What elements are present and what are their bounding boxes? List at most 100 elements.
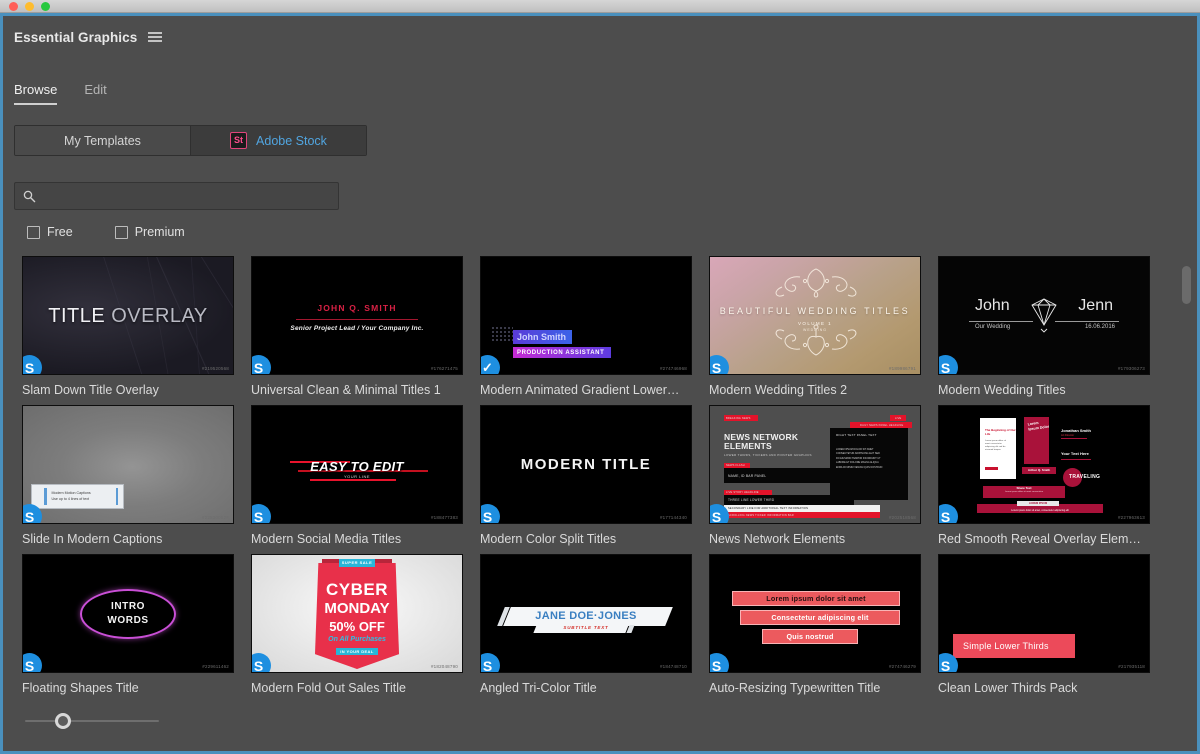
template-card[interactable]: The Beginning of Our Life Lorem ipsum do… — [938, 405, 1167, 546]
thumbnail-art: The Beginning of Our Life Lorem ipsum do… — [939, 406, 1149, 523]
thumb-bar: Simple Lower Thirds — [953, 634, 1075, 658]
essential-graphics-panel: Essential Graphics Browse Edit My Templa… — [3, 16, 1197, 751]
thumbnail-zoom-slider[interactable] — [25, 713, 159, 729]
filter-premium[interactable]: Premium — [114, 225, 185, 239]
thumb-row-2: Consectetur adipiscing elit — [740, 610, 900, 625]
template-card[interactable]: JANE DOE·JONES SUBTITLE TEXT S #18474871… — [480, 554, 709, 695]
my-templates-button[interactable]: My Templates — [15, 126, 190, 155]
template-card[interactable]: Simple Lower Thirds S #217935118 Clean L… — [938, 554, 1167, 695]
template-title: Universal Clean & Minimal Titles 1 — [251, 383, 441, 397]
filter-group: Free Premium — [27, 225, 185, 239]
premium-label: Premium — [134, 225, 185, 239]
zoom-slider-track[interactable] — [25, 720, 159, 722]
template-card[interactable]: INTRO WORDS S #229611462 Floating Shapes… — [22, 554, 251, 695]
template-card[interactable]: BREAKING NEWS NEWS NETWORK ELEMENTS LOWE… — [709, 405, 938, 546]
tab-browse[interactable]: Browse — [14, 82, 58, 105]
thumb-role: PRODUCTION ASSISTANT — [513, 347, 612, 358]
thumb-ticker-tag: LIVE STORY HEADLINE — [726, 491, 759, 494]
stock-id: #188477383 — [430, 515, 458, 520]
thumb-sub: LOWER THIRDS, TICKERS AND POINTER GRAPHI… — [724, 453, 812, 457]
template-thumbnail[interactable]: TITLE OVERLAY S #219520568 — [22, 256, 234, 375]
thumb-name: John Smith — [513, 330, 572, 344]
thumbnail-art: John Jenn Our Wedding 16.06.2016 — [939, 257, 1149, 374]
zoom-slider-knob[interactable] — [55, 713, 71, 729]
minimize-window-button[interactable] — [25, 2, 34, 11]
thumb-headline: MODERN TITLE — [520, 456, 652, 473]
template-title: Modern Wedding Titles 2 — [709, 383, 848, 397]
close-window-button[interactable] — [9, 2, 18, 11]
thumb-ticker-1: THREE LINE LOWER THIRD — [728, 498, 775, 502]
template-thumbnail[interactable]: Lorem ipsum dolor sit amet Consectetur a… — [709, 554, 921, 673]
thumb-ticker-3: SCROLLING NEWS TICKER INFORMATION BAR — [728, 514, 794, 517]
thumb-line-5: IN YOUR DEAL — [336, 648, 378, 655]
stock-id: #184748710 — [659, 664, 687, 669]
thumb-sub: YOUR LINE — [343, 474, 371, 479]
template-thumbnail[interactable]: Simple Lower Thirds S #217935118 — [938, 554, 1150, 673]
template-title: Modern Wedding Titles — [938, 383, 1066, 397]
template-thumbnail[interactable]: JOHN Q. SMITH Senior Project Lead / Your… — [251, 256, 463, 375]
template-card[interactable]: Lorem ipsum dolor sit amet Consectetur a… — [709, 554, 938, 695]
template-thumbnail[interactable]: JANE DOE·JONES SUBTITLE TEXT S #18474871… — [480, 554, 692, 673]
adobe-stock-button[interactable]: St Adobe Stock — [190, 126, 366, 155]
thumb-name: JOHN Q. SMITH — [317, 303, 397, 313]
thumbnail-art: EASY TO EDIT YOUR LINE — [252, 406, 462, 523]
template-thumbnail[interactable]: BREAKING NEWS NEWS NETWORK ELEMENTS LOWE… — [709, 405, 921, 524]
stock-id: #182048790 — [430, 664, 458, 669]
thumb-headline-2: ELEMENTS — [724, 441, 772, 451]
template-card[interactable]: BEAUTIFUL WEDDING TITLES VOLUME 1 WEDDIN… — [709, 256, 938, 397]
thumb-panel-text: NAME, ID BAR PANEL — [728, 474, 767, 478]
thumbnail-art: Modern Motion Captions Use up to 4 lines… — [23, 406, 233, 523]
template-card[interactable]: JOHN Q. SMITH Senior Project Lead / Your… — [251, 256, 480, 397]
thumbnail-art: TITLE OVERLAY — [23, 257, 233, 374]
thumb-sub-right: 16.06.2016 — [1084, 324, 1115, 330]
template-thumbnail[interactable]: EASY TO EDIT YOUR LINE S #188477383 — [251, 405, 463, 524]
thumb-tag: BREAKING NEWS — [726, 416, 751, 420]
thumb-ribbon: SUPER SALE — [339, 559, 375, 567]
template-card[interactable]: John Jenn Our Wedding 16.06.2016 S #1793… — [938, 256, 1167, 397]
maximize-window-button[interactable] — [41, 2, 50, 11]
filter-free[interactable]: Free — [27, 225, 73, 239]
thumb-side-tag: LIVE — [895, 416, 902, 420]
my-templates-label: My Templates — [64, 133, 141, 148]
template-card[interactable]: Modern Motion Captions Use up to 4 lines… — [22, 405, 251, 546]
tab-edit[interactable]: Edit — [84, 82, 106, 105]
thumb-sub: WEDDING — [803, 328, 827, 332]
hamburger-icon[interactable] — [148, 32, 163, 42]
template-thumbnail[interactable]: CYBER MONDAY 50% OFF On All Purchases IN… — [251, 554, 463, 673]
thumb-subtitle: Senior Project Lead / Your Company Inc. — [290, 325, 424, 332]
template-thumbnail[interactable]: Modern Motion Captions Use up to 4 lines… — [22, 405, 234, 524]
template-thumbnail[interactable]: John Smith PRODUCTION ASSISTANT ✓ #27474… — [480, 256, 692, 375]
stock-id: #202518568 — [888, 515, 916, 520]
template-title: Angled Tri-Color Title — [480, 681, 597, 695]
thumbnail-art: INTRO WORDS — [23, 555, 233, 672]
search-bar[interactable] — [14, 182, 339, 210]
premium-checkbox[interactable] — [114, 225, 128, 239]
template-title: Modern Fold Out Sales Title — [251, 681, 406, 695]
thumb-ticker-2: SECONDARY LINE FOR ADDITIONAL TEXT INFOR… — [728, 507, 809, 510]
template-card[interactable]: CYBER MONDAY 50% OFF On All Purchases IN… — [251, 554, 480, 695]
thumb-headline: EASY TO EDIT — [310, 459, 404, 474]
template-thumbnail[interactable]: MODERN TITLE S #177144340 — [480, 405, 692, 524]
thumbnail-art: BEAUTIFUL WEDDING TITLES VOLUME 1 WEDDIN… — [710, 257, 920, 374]
adobe-stock-label: Adobe Stock — [256, 133, 327, 148]
template-thumbnail[interactable]: BEAUTIFUL WEDDING TITLES VOLUME 1 WEDDIN… — [709, 256, 921, 375]
template-thumbnail[interactable]: The Beginning of Our Life Lorem ipsum do… — [938, 405, 1150, 524]
stock-id: #177144340 — [659, 515, 687, 520]
vertical-scrollbar[interactable] — [1182, 264, 1191, 708]
free-label: Free — [47, 225, 73, 239]
template-card[interactable]: John Smith PRODUCTION ASSISTANT ✓ #27474… — [480, 256, 709, 397]
stock-id: #179306273 — [1117, 366, 1145, 371]
search-input[interactable] — [43, 189, 330, 203]
template-card[interactable]: TITLE OVERLAY S #219520568 Slam Down Tit… — [22, 256, 251, 397]
template-card[interactable]: EASY TO EDIT YOUR LINE S #188477383 Mode… — [251, 405, 480, 546]
free-checkbox[interactable] — [27, 225, 40, 239]
template-thumbnail[interactable]: John Jenn Our Wedding 16.06.2016 S #1793… — [938, 256, 1150, 375]
template-title: Slam Down Title Overlay — [22, 383, 159, 397]
template-card[interactable]: MODERN TITLE S #177144340 Modern Color S… — [480, 405, 709, 546]
thumbnail-art: Simple Lower Thirds — [939, 555, 1149, 672]
thumb-card-title: The Beginning of Our Life — [985, 428, 1016, 436]
template-title: Clean Lower Thirds Pack — [938, 681, 1078, 695]
template-thumbnail[interactable]: INTRO WORDS S #229611462 — [22, 554, 234, 673]
scrollbar-thumb[interactable] — [1182, 266, 1191, 304]
thumb-vertical: Lorem Ipsum Dolor — [1027, 420, 1050, 432]
